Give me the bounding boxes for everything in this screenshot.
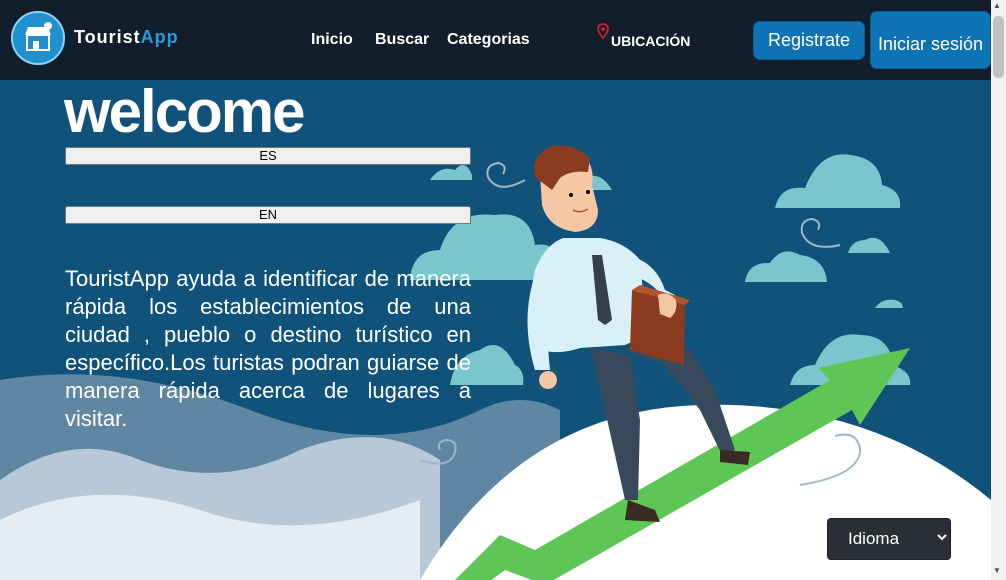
nav-inicio[interactable]: Inicio xyxy=(311,31,353,49)
scrollbar-thumb[interactable] xyxy=(993,16,1004,78)
map-pin-icon[interactable] xyxy=(597,23,609,44)
brand-name[interactable]: TouristApp xyxy=(74,27,179,48)
top-navbar: TouristApp Inicio Buscar Categorias UBIC… xyxy=(0,0,991,80)
hero-section: welcome ES EN TouristApp ayuda a identif… xyxy=(0,80,991,580)
register-button[interactable]: Registrate xyxy=(753,21,865,60)
brand-accent: App xyxy=(140,27,179,47)
scroll-up-arrow-icon[interactable]: ▲ xyxy=(993,1,1001,10)
language-select[interactable]: Idioma xyxy=(827,518,951,560)
lang-es-button[interactable]: ES xyxy=(65,147,471,165)
app-description: TouristApp ayuda a identificar de manera… xyxy=(65,266,471,431)
lang-en-button[interactable]: EN xyxy=(65,206,471,224)
language-select-value: Idioma xyxy=(848,529,900,548)
page-scrollbar[interactable] xyxy=(991,0,1006,580)
login-button[interactable]: Iniciar sesión xyxy=(870,11,991,69)
scroll-down-arrow-icon[interactable]: ▼ xyxy=(993,566,1001,575)
nav-categorias[interactable]: Categorias xyxy=(447,31,530,49)
storefront-logo-icon[interactable] xyxy=(11,11,65,65)
nav-buscar[interactable]: Buscar xyxy=(375,31,429,49)
welcome-heading: welcome xyxy=(64,80,305,145)
brand-main: Tourist xyxy=(74,27,141,47)
location-label[interactable]: UBICACIÓN xyxy=(611,33,690,49)
